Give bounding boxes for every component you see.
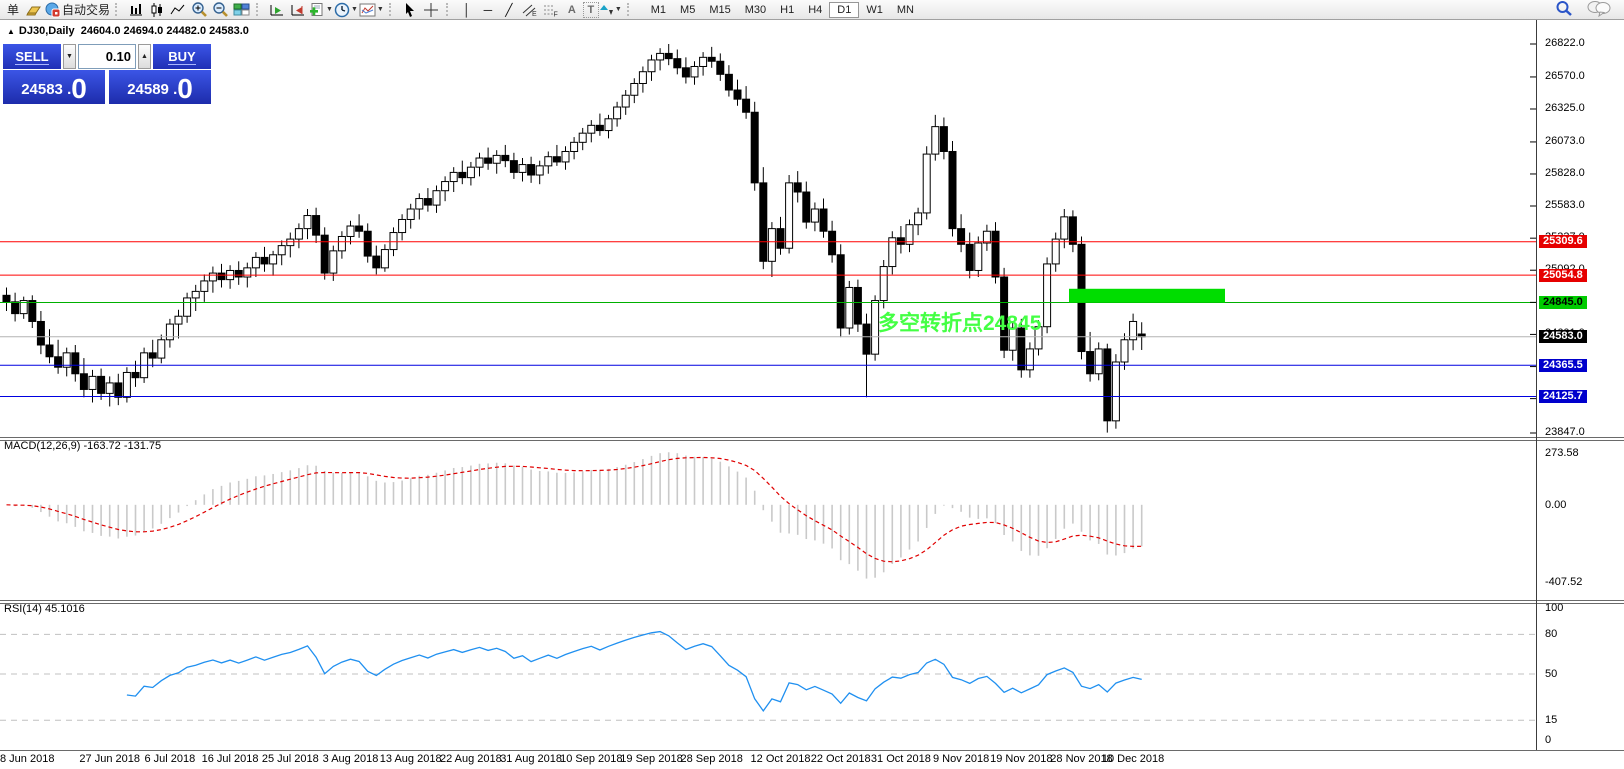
price-level-badge: 24583.0	[1539, 330, 1587, 343]
rsi-scale-label: 50	[1545, 668, 1557, 680]
letter-e: E	[532, 11, 537, 17]
price-tick-label: 25828.0	[1545, 167, 1585, 179]
price-level-badge: 24365.5	[1539, 359, 1587, 372]
rsi-canvas[interactable]	[0, 602, 1536, 750]
macd-scale-label: 0.00	[1545, 499, 1566, 511]
chart-title-ohlc: ▲ DJ30,Daily 24604.0 24694.0 24482.0 2458…	[7, 25, 249, 37]
toolbar-grip[interactable]	[446, 3, 452, 16]
price-scale[interactable]: 26822.0 26570.0 26325.0 26073.0 25828.0 25583…	[1537, 20, 1624, 751]
price-tick-label: 23847.0	[1545, 426, 1585, 438]
vertical-line-tool-button[interactable]: │	[457, 1, 477, 19]
templates-button[interactable]: ▼	[359, 1, 384, 19]
cursor-tool-button[interactable]	[400, 1, 420, 19]
timeframe-d1[interactable]: D1	[829, 2, 859, 18]
periods-button[interactable]: ▼	[334, 1, 358, 19]
bar-chart-mode-button[interactable]	[126, 1, 146, 19]
chart-shift-button[interactable]	[288, 1, 308, 19]
main-chart-canvas[interactable]: 多空转折点24845	[0, 20, 1536, 437]
auto-scroll-button[interactable]	[267, 1, 287, 19]
sell-button[interactable]: SELL	[3, 44, 61, 69]
channel-tool-button[interactable]: E	[520, 1, 540, 19]
timeframe-h1[interactable]: H1	[773, 2, 801, 18]
line-chart-mode-button[interactable]	[168, 1, 188, 19]
add-indicator-button[interactable]: ▼	[309, 1, 333, 19]
price-level-badge: 24845.0	[1539, 296, 1587, 309]
one-click-trading-panel: SELL ▼ ▲ BUY 24583 .0 24589 .0	[3, 44, 211, 104]
timeframe-h4[interactable]: H4	[801, 2, 829, 18]
toolbar-grip[interactable]	[389, 3, 395, 16]
rsi-scale-label: 0	[1545, 734, 1551, 746]
arrows-tool-button[interactable]: ▼	[600, 1, 622, 19]
zoom-in-button[interactable]	[189, 1, 209, 19]
zoom-out-button[interactable]	[210, 1, 230, 19]
horizontal-line-tool-button[interactable]: ─	[478, 1, 498, 19]
price-level-badge: 24125.7	[1539, 390, 1587, 403]
timeframe-mn[interactable]: MN	[890, 2, 921, 18]
rsi-scale-label: 80	[1545, 628, 1557, 640]
price-tick-label: 26570.0	[1545, 70, 1585, 82]
volume-increase-button[interactable]: ▲	[138, 44, 151, 69]
trendline-tool-button[interactable]: ╱	[499, 1, 519, 19]
macd-label: MACD(12,26,9) -163.72 -131.75	[4, 440, 161, 452]
mt4-trading-app: { "toolbar": { "new_order_partial": "单",…	[0, 0, 1624, 769]
chevron-down-icon: ▼	[351, 6, 358, 13]
text-label-tool-button[interactable]: T	[583, 2, 599, 18]
chevron-down-icon: ▼	[377, 6, 384, 13]
timeframe-toolbar: M1M5M15M30H1H4D1W1MN	[644, 2, 921, 18]
volume-input[interactable]	[78, 44, 136, 69]
rsi-scale-label: 100	[1545, 602, 1563, 614]
autotrading-icon	[45, 2, 61, 18]
text-tool-button[interactable]: A	[562, 1, 582, 19]
symbol-period-label: DJ30,Daily	[19, 25, 75, 37]
search-icon[interactable]	[1555, 0, 1573, 20]
chevron-down-icon: ▼	[326, 6, 333, 13]
rsi-scale-label: 15	[1545, 714, 1557, 726]
tile-windows-button[interactable]	[231, 1, 251, 19]
timeframe-m1[interactable]: M1	[644, 2, 673, 18]
buy-price-display[interactable]: 24589 .0	[109, 70, 211, 104]
toolbar-grip[interactable]	[256, 3, 262, 16]
fibonacci-tool-button[interactable]: F	[541, 1, 561, 19]
crosshair-tool-button[interactable]	[421, 1, 441, 19]
date-axis-border	[0, 750, 1624, 751]
date-label: 10 Dec 2018	[1091, 753, 1175, 765]
sell-price-display[interactable]: 24583 .0	[3, 70, 105, 104]
price-tick-label: 26822.0	[1545, 37, 1585, 49]
svg-text:多空转折点24845: 多空转折点24845	[878, 311, 1042, 335]
candlestick-mode-button[interactable]	[147, 1, 167, 19]
date-scale[interactable]: 8 Jun 201827 Jun 20186 Jul 201816 Jul 20…	[0, 753, 1536, 769]
collapse-arrow-icon: ▲	[7, 27, 15, 36]
toolbar-grip[interactable]	[627, 3, 633, 16]
buy-button[interactable]: BUY	[153, 44, 211, 69]
rsi-label: RSI(14) 45.1016	[4, 603, 85, 615]
volume-decrease-button[interactable]: ▼	[63, 44, 76, 69]
macd-scale-label: 273.58	[1545, 447, 1579, 459]
main-toolbar: 单 自动交易 ▼ ▼ ▼	[0, 0, 1624, 20]
chevron-down-icon: ▼	[615, 6, 622, 13]
price-tick-label: 26325.0	[1545, 102, 1585, 114]
ohlc-values: 24604.0 24694.0 24482.0 24583.0	[81, 25, 249, 37]
price-tick-label: 25583.0	[1545, 199, 1585, 211]
timeframe-w1[interactable]: W1	[859, 2, 890, 18]
timeframe-m5[interactable]: M5	[673, 2, 702, 18]
macd-scale-label: -407.52	[1545, 576, 1582, 588]
timeframe-m30[interactable]: M30	[738, 2, 773, 18]
price-level-badge: 25054.8	[1539, 269, 1587, 282]
autotrading-button[interactable]: 自动交易	[45, 1, 110, 19]
macd-canvas[interactable]	[0, 439, 1536, 600]
letter-f: F	[553, 11, 557, 17]
toolbar-grip[interactable]	[115, 3, 121, 16]
toolbar-right-group	[1555, 0, 1611, 20]
new-order-button[interactable]: 单	[3, 1, 23, 19]
gold-bar-icon[interactable]	[24, 1, 44, 19]
timeframe-m15[interactable]: M15	[702, 2, 737, 18]
price-level-badge: 25309.6	[1539, 235, 1587, 248]
price-tick-label: 26073.0	[1545, 135, 1585, 147]
chat-icon[interactable]	[1587, 0, 1611, 20]
